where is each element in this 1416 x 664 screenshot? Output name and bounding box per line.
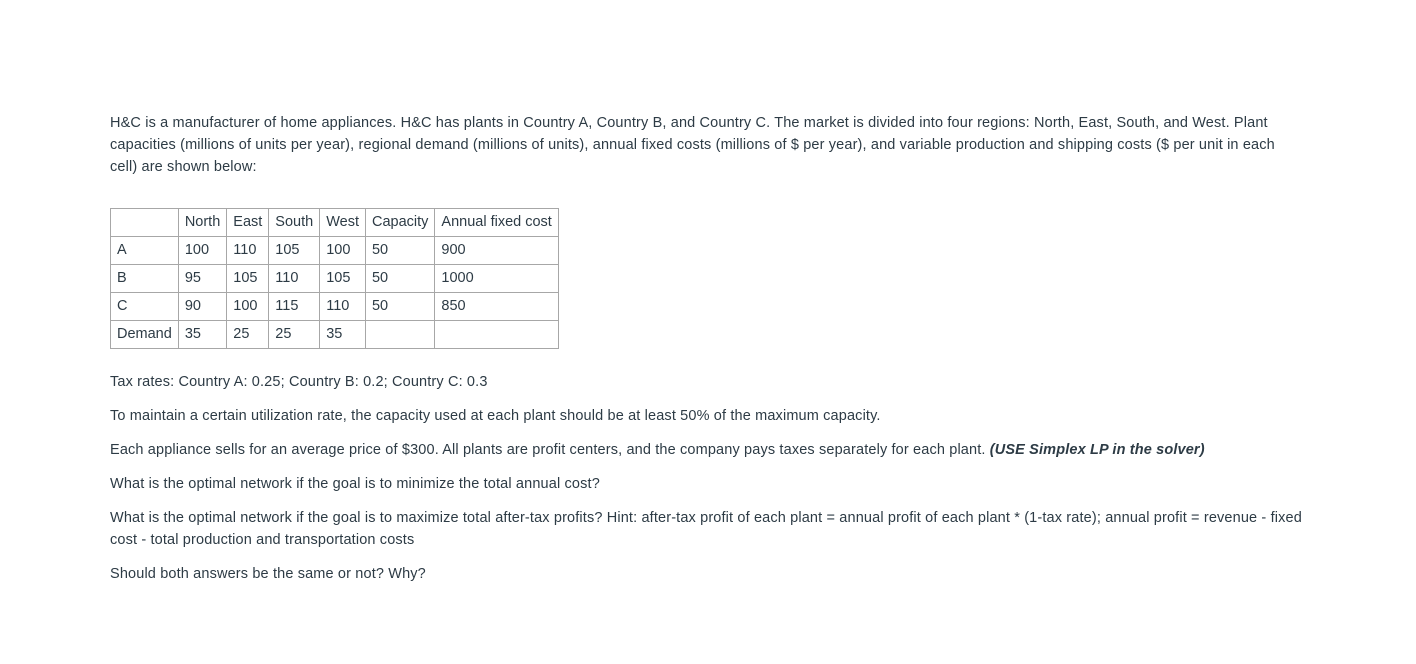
table-header-south: South xyxy=(268,208,321,237)
table-header-row: North East South West Capacity Annual fi… xyxy=(110,208,559,237)
cell-west: 105 xyxy=(319,264,366,293)
cell-west: 100 xyxy=(319,236,366,265)
cell-south: 110 xyxy=(268,264,321,293)
table-row: A 100 110 105 100 50 900 xyxy=(110,236,559,265)
table-header-annual-fixed-cost: Annual fixed cost xyxy=(434,208,559,237)
table-header-east: East xyxy=(226,208,270,237)
cell-annual-fixed-cost: 1000 xyxy=(434,264,559,293)
solver-instruction-emphasis: (USE Simplex LP in the solver) xyxy=(989,442,1205,458)
cell-south: 25 xyxy=(268,320,321,349)
cell-east: 100 xyxy=(226,292,270,321)
page-canvas: H&C is a manufacturer of home appliances… xyxy=(0,0,1416,664)
table-row: B 95 105 110 105 50 1000 xyxy=(110,264,559,293)
problem-statement-content: H&C is a manufacturer of home appliances… xyxy=(110,112,1302,597)
table-header-west: West xyxy=(319,208,366,237)
cell-north: 90 xyxy=(177,292,228,321)
tax-rates-paragraph: Tax rates: Country A: 0.25; Country B: 0… xyxy=(110,374,488,390)
table-body: A 100 110 105 100 50 900 B 95 105 110 10… xyxy=(110,236,559,349)
row-label: B xyxy=(110,264,179,293)
cell-south: 115 xyxy=(268,292,321,321)
cell-annual-fixed-cost xyxy=(434,320,559,349)
table-head: North East South West Capacity Annual fi… xyxy=(110,208,559,237)
table-header-corner xyxy=(110,208,179,237)
price-paragraph-text: Each appliance sells for an average pric… xyxy=(110,442,986,458)
price-paragraph: Each appliance sells for an average pric… xyxy=(110,439,1302,461)
table-row: Demand 35 25 25 35 xyxy=(110,320,559,349)
row-label: Demand xyxy=(110,320,179,349)
cell-annual-fixed-cost: 850 xyxy=(434,292,559,321)
cell-south: 105 xyxy=(268,236,321,265)
cell-east: 105 xyxy=(226,264,270,293)
cell-annual-fixed-cost: 900 xyxy=(434,236,559,265)
question-minimize-cost: What is the optimal network if the goal … xyxy=(110,476,600,492)
cell-east: 110 xyxy=(226,236,270,265)
row-label: C xyxy=(110,292,179,321)
cell-west: 35 xyxy=(319,320,366,349)
table-header-north: North xyxy=(177,208,228,237)
cell-north: 95 xyxy=(177,264,228,293)
question-maximize-profit: What is the optimal network if the goal … xyxy=(110,510,1302,548)
row-label: A xyxy=(110,236,179,265)
cell-capacity xyxy=(364,320,436,349)
cell-capacity: 50 xyxy=(364,236,436,265)
intro-paragraph: H&C is a manufacturer of home appliances… xyxy=(110,115,1275,175)
cost-capacity-demand-table: North East South West Capacity Annual fi… xyxy=(110,208,559,349)
cell-west: 110 xyxy=(319,292,366,321)
table-header-capacity: Capacity xyxy=(364,208,436,237)
utilization-paragraph: To maintain a certain utilization rate, … xyxy=(110,408,881,424)
cell-north: 35 xyxy=(177,320,228,349)
cell-north: 100 xyxy=(177,236,228,265)
cell-east: 25 xyxy=(226,320,270,349)
question-same-answer: Should both answers be the same or not? … xyxy=(110,566,426,582)
table-row: C 90 100 115 110 50 850 xyxy=(110,292,559,321)
cell-capacity: 50 xyxy=(364,292,436,321)
cell-capacity: 50 xyxy=(364,264,436,293)
